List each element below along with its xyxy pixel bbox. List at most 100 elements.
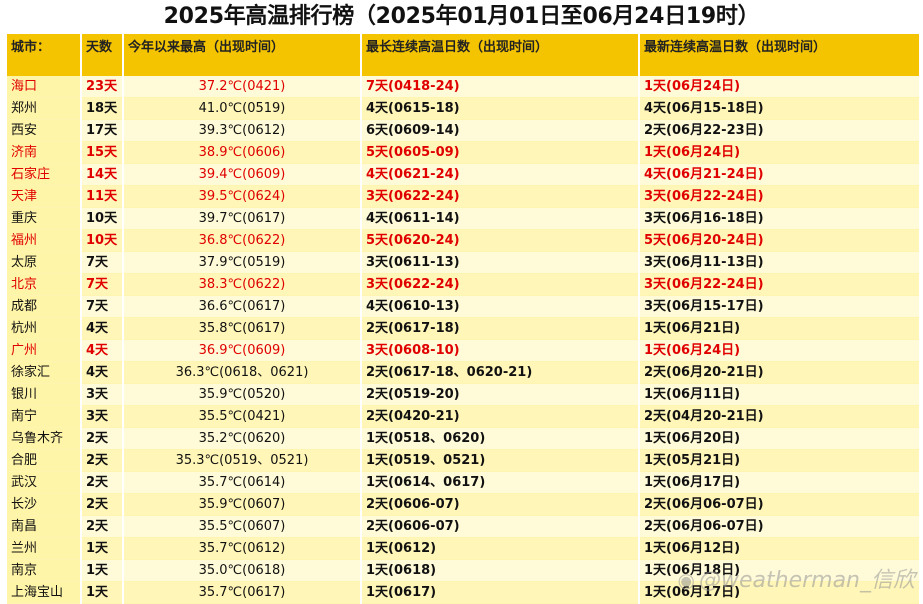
days-cell: 14天: [81, 163, 124, 186]
city-cell: 长沙: [7, 493, 82, 516]
days-cell: 10天: [81, 229, 124, 252]
longest-streak-cell: 5天(0605-09): [361, 141, 640, 164]
longest-streak-cell: 1天(0618): [361, 559, 640, 582]
city-cell: 成都: [7, 295, 82, 318]
high-temperature-ranking-table: 城市： 天数 今年以来最高（出现时间） 最长连续高温日数（出现时间） 最新连续高…: [7, 34, 921, 604]
days-cell: 1天: [81, 537, 124, 560]
longest-streak-cell: 2天(0420-21): [361, 405, 640, 428]
days-cell: 2天: [81, 515, 124, 538]
longest-streak-cell: 3天(0622-24): [361, 185, 640, 208]
table-row: 海口 23天 37.2℃(0421) 7天(0418-24) 1天(06月24日): [7, 76, 921, 98]
max-temp-cell: 37.9℃(0519): [123, 251, 362, 274]
days-cell: 2天: [81, 449, 124, 472]
city-cell: 兰州: [7, 537, 82, 560]
header-latest-streak: 最新连续高温日数（出现时间）: [639, 34, 921, 76]
longest-streak-cell: 5天(0620-24): [361, 229, 640, 252]
table-row: 郑州 18天 41.0℃(0519) 4天(0615-18) 4天(06月15-18日): [7, 97, 921, 120]
days-cell: 3天: [81, 405, 124, 428]
latest-streak-cell: 4天(06月15-18日): [639, 97, 921, 120]
max-temp-cell: 36.6℃(0617): [123, 295, 362, 318]
longest-streak-cell: 6天(0609-14): [361, 119, 640, 142]
header-longest-streak: 最长连续高温日数（出现时间）: [361, 34, 640, 76]
max-temp-cell: 39.7℃(0617): [123, 207, 362, 230]
max-temp-cell: 35.2℃(0620): [123, 427, 362, 450]
longest-streak-cell: 2天(0606-07): [361, 515, 640, 538]
max-temp-cell: 35.7℃(0617): [123, 581, 362, 604]
header-max-temp: 今年以来最高（出现时间）: [123, 34, 362, 76]
days-cell: 7天: [81, 295, 124, 318]
table-header-row: 城市： 天数 今年以来最高（出现时间） 最长连续高温日数（出现时间） 最新连续高…: [7, 34, 921, 76]
table-body: 海口 23天 37.2℃(0421) 7天(0418-24) 1天(06月24日) 郑州 1…: [7, 76, 921, 604]
latest-streak-cell: 3天(06月16-18日): [639, 207, 921, 230]
table-row: 合肥 2天 35.3℃(0519、0521) 1天(0519、0521) 1天(05月2…: [7, 449, 921, 472]
max-temp-cell: 35.0℃(0618): [123, 559, 362, 582]
table-row: 福州 10天 36.8℃(0622) 5天(0620-24) 5天(06月20-24日): [7, 229, 921, 252]
table-row: 石家庄 14天 39.4℃(0609) 4天(0621-24) 4天(06月21-24日…: [7, 163, 921, 186]
days-cell: 1天: [81, 581, 124, 604]
days-cell: 4天: [81, 339, 124, 362]
city-cell: 重庆: [7, 207, 82, 230]
max-temp-cell: 35.5℃(0607): [123, 515, 362, 538]
table-row: 天津 11天 39.5℃(0624) 3天(0622-24) 3天(06月22-24日): [7, 185, 921, 208]
city-cell: 海口: [7, 76, 82, 98]
city-cell: 武汉: [7, 471, 82, 494]
max-temp-cell: 41.0℃(0519): [123, 97, 362, 120]
city-cell: 合肥: [7, 449, 82, 472]
max-temp-cell: 35.3℃(0519、0521): [123, 449, 362, 472]
header-days: 天数: [81, 34, 124, 76]
max-temp-cell: 37.2℃(0421): [123, 76, 362, 98]
city-cell: 杭州: [7, 317, 82, 340]
latest-streak-cell: 3天(06月15-17日): [639, 295, 921, 318]
city-cell: 上海宝山: [7, 581, 82, 604]
table-row: 西安 17天 39.3℃(0612) 6天(0609-14) 2天(06月22-23日): [7, 119, 921, 142]
max-temp-cell: 35.7℃(0612): [123, 537, 362, 560]
latest-streak-cell: 2天(06月20-21日): [639, 361, 921, 384]
city-cell: 乌鲁木齐: [7, 427, 82, 450]
table-row: 济南 15天 38.9℃(0606) 5天(0605-09) 1天(06月24日): [7, 141, 921, 164]
city-cell: 北京: [7, 273, 82, 296]
days-cell: 4天: [81, 361, 124, 384]
days-cell: 11天: [81, 185, 124, 208]
longest-streak-cell: 4天(0615-18): [361, 97, 640, 120]
latest-streak-cell: 3天(06月22-24日): [639, 273, 921, 296]
table-row: 重庆 10天 39.7℃(0617) 4天(0611-14) 3天(06月16-18日): [7, 207, 921, 230]
latest-streak-cell: 2天(06月06-07日): [639, 515, 921, 538]
table-row: 成都 7天 36.6℃(0617) 4天(0610-13) 3天(06月15-17日): [7, 295, 921, 318]
max-temp-cell: 35.7℃(0614): [123, 471, 362, 494]
table-row: 北京 7天 38.3℃(0622) 3天(0622-24) 3天(06月22-24日): [7, 273, 921, 296]
max-temp-cell: 38.9℃(0606): [123, 141, 362, 164]
max-temp-cell: 35.8℃(0617): [123, 317, 362, 340]
max-temp-cell: 36.9℃(0609): [123, 339, 362, 362]
longest-streak-cell: 1天(0519、0521): [361, 449, 640, 472]
max-temp-cell: 36.8℃(0622): [123, 229, 362, 252]
city-cell: 郑州: [7, 97, 82, 120]
max-temp-cell: 35.9℃(0607): [123, 493, 362, 516]
latest-streak-cell: 5天(06月20-24日): [639, 229, 921, 252]
latest-streak-cell: 2天(06月06-07日): [639, 493, 921, 516]
days-cell: 7天: [81, 251, 124, 274]
max-temp-cell: 39.5℃(0624): [123, 185, 362, 208]
table-row: 杭州 4天 35.8℃(0617) 2天(0617-18) 1天(06月21日): [7, 317, 921, 340]
latest-streak-cell: 1天(06月24日): [639, 141, 921, 164]
longest-streak-cell: 4天(0621-24): [361, 163, 640, 186]
latest-streak-cell: 1天(06月17日): [639, 471, 921, 494]
header-city: 城市：: [7, 34, 82, 76]
table-row: 银川 3天 35.9℃(0520) 2天(0519-20) 1天(06月11日): [7, 383, 921, 406]
table-row: 徐家汇 4天 36.3℃(0618、0621) 2天(0617-18、0620-21)…: [7, 361, 921, 384]
longest-streak-cell: 3天(0622-24): [361, 273, 640, 296]
city-cell: 银川: [7, 383, 82, 406]
weibo-logo-icon: ◉: [677, 568, 695, 592]
table-row: 兰州 1天 35.7℃(0612) 1天(0612) 1天(06月12日): [7, 537, 921, 560]
latest-streak-cell: 1天(06月11日): [639, 383, 921, 406]
days-cell: 15天: [81, 141, 124, 164]
table-row: 乌鲁木齐 2天 35.2℃(0620) 1天(0518、0620) 1天(06月20日): [7, 427, 921, 450]
days-cell: 7天: [81, 273, 124, 296]
watermark-text: @weatherman_信欣: [698, 568, 915, 593]
watermark: ◉ @weatherman_信欣: [678, 562, 915, 594]
days-cell: 18天: [81, 97, 124, 120]
latest-streak-cell: 4天(06月21-24日): [639, 163, 921, 186]
city-cell: 济南: [7, 141, 82, 164]
max-temp-cell: 39.3℃(0612): [123, 119, 362, 142]
table-row: 太原 7天 37.9℃(0519) 3天(0611-13) 3天(06月11-13日): [7, 251, 921, 274]
longest-streak-cell: 2天(0606-07): [361, 493, 640, 516]
